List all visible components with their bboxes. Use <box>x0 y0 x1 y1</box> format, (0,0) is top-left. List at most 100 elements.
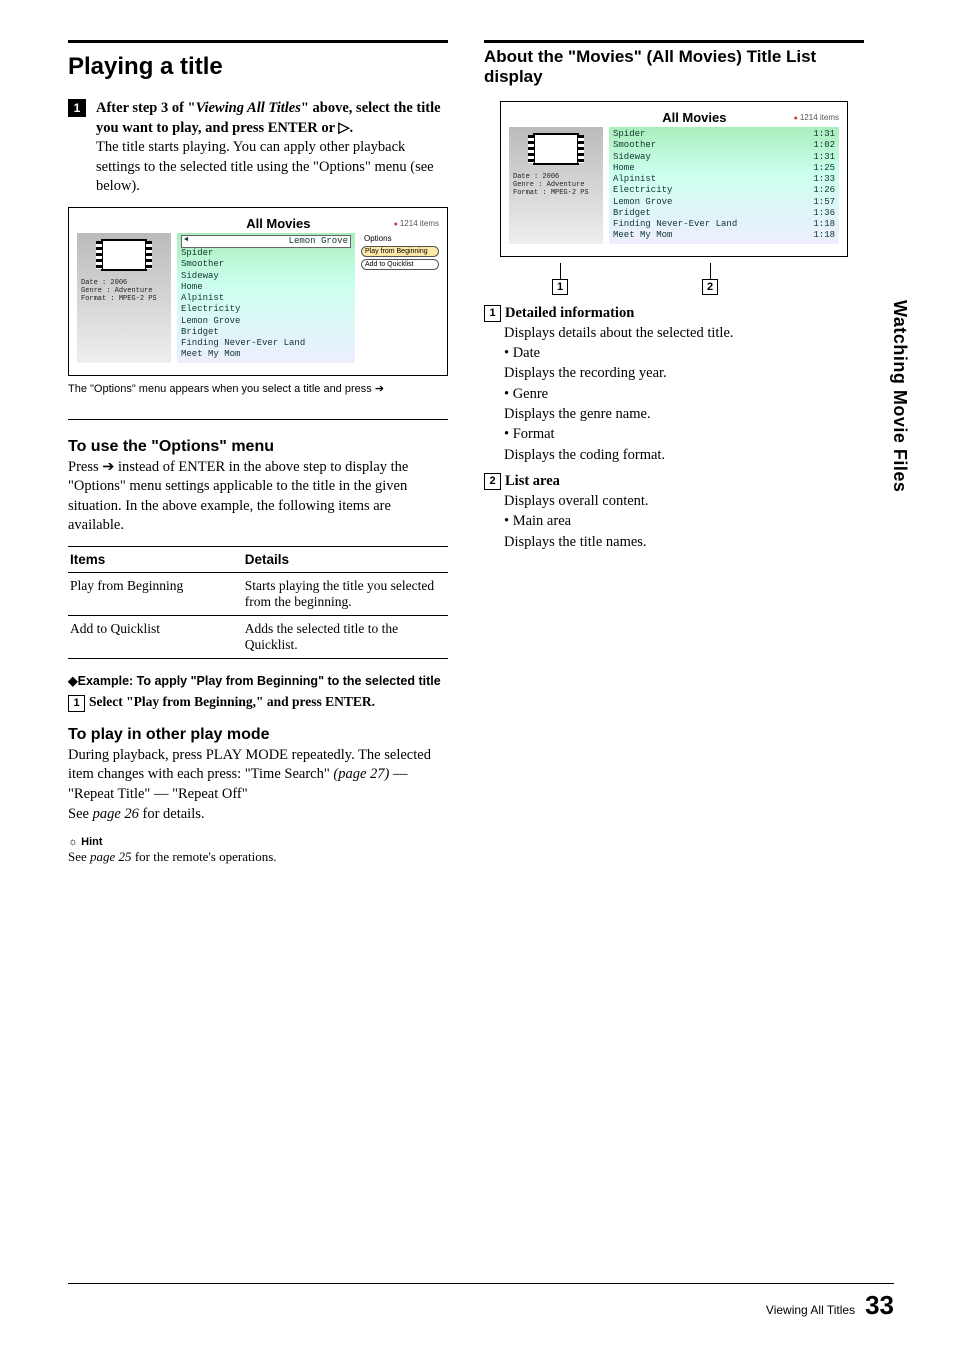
text: The title starts playing. You can apply … <box>96 139 434 194</box>
example-heading: ◆Example: To apply "Play from Beginning"… <box>68 673 448 688</box>
example-step: 1 Select "Play from Beginning," and press… <box>68 694 448 712</box>
label: Date <box>513 173 530 181</box>
bullet-label: • Date <box>504 343 864 363</box>
table-cell: Adds the selected title to the Quicklist… <box>243 615 448 658</box>
text: for details. <box>139 806 205 822</box>
body-text: During playback, press PLAY MODE repeate… <box>68 746 448 824</box>
text: Displays details about the selected titl… <box>504 323 864 343</box>
body-text: Press ➔ instead of ENTER in the above st… <box>68 458 448 536</box>
list-item: Home <box>181 282 203 293</box>
list-item: Smoother <box>613 140 656 151</box>
shot-title: All Movies <box>246 216 310 231</box>
options-table: Items Details Play from Beginning Starts… <box>68 546 448 659</box>
list-item: Alpinist <box>181 293 224 304</box>
film-icon <box>101 239 147 271</box>
detail-heading: List area <box>505 473 560 489</box>
duration: 1:36 <box>813 208 835 219</box>
shot-item-count: 1214 items <box>394 219 439 228</box>
text: Select "Play from Beginning," and press … <box>89 694 375 709</box>
table-header: Items <box>68 546 243 572</box>
list-item: Smoother <box>181 259 224 270</box>
text: for the remote's operations. <box>132 849 277 864</box>
hint-label: Hint <box>68 836 448 848</box>
list-item: Alpinist <box>613 174 656 185</box>
list-item: Sideway <box>181 271 219 282</box>
list-item: Finding Never-Ever Land <box>181 338 305 349</box>
screenshot-all-movies-list: All Movies 1214 items Date : 2006 Genre … <box>500 101 848 257</box>
bullet-label: • Main area <box>504 511 864 531</box>
table-header: Details <box>243 546 448 572</box>
text: Displays the coding format. <box>504 445 864 465</box>
footer-section-label: Viewing All Titles <box>766 1303 855 1317</box>
screenshot-caption: The "Options" menu appears when you sele… <box>68 382 448 395</box>
list-item: Meet My Mom <box>181 349 240 360</box>
shot-info-panel: Date : 2006 Genre : Adventure Format : M… <box>509 127 603 244</box>
step-number-badge: 1 <box>68 99 86 117</box>
text: After step 3 of " <box>96 100 196 116</box>
detail-list: 1Detailed information Displays details a… <box>504 303 864 553</box>
value: : 2006 <box>102 279 127 287</box>
value: : MPEG-2 PS <box>110 295 156 303</box>
table-cell: Add to Quicklist <box>68 615 243 658</box>
label: Genre <box>81 287 102 295</box>
text: See <box>68 849 90 864</box>
duration: 1:26 <box>813 185 835 196</box>
duration: 1:33 <box>813 174 835 185</box>
shot-title: All Movies <box>662 110 726 125</box>
table-cell: Starts playing the title you selected fr… <box>243 572 448 615</box>
list-item: Spider <box>613 129 645 140</box>
list-item: Bridget <box>613 208 651 219</box>
page-number: 33 <box>865 1290 894 1321</box>
duration: 1:18 <box>813 219 835 230</box>
callout-2: 2 <box>702 279 718 295</box>
step-1: 1 After step 3 of "Viewing All Titles" a… <box>68 99 448 197</box>
text: Displays the recording year. <box>504 363 864 383</box>
list-item: Home <box>613 163 635 174</box>
duration: 1:25 <box>813 163 835 174</box>
list-item: Electricity <box>613 185 672 196</box>
label: Genre <box>513 181 534 189</box>
table-cell: Play from Beginning <box>68 572 243 615</box>
screenshot-all-movies-options: All Movies 1214 items Date : 2006 Genre … <box>68 207 448 376</box>
text: See <box>68 806 93 822</box>
option-play-beginning: Play from Beginning <box>361 246 439 257</box>
list-item: Sideway <box>613 152 651 163</box>
left-column: Playing a title 1 After step 3 of "Viewi… <box>68 40 448 866</box>
list-item: Electricity <box>181 304 240 315</box>
text: Displays the genre name. <box>504 404 864 424</box>
shot-item-count: 1214 items <box>794 113 839 122</box>
step-numbox: 1 <box>68 695 85 712</box>
rule <box>68 40 448 43</box>
section-heading: About the "Movies" (All Movies) Title Li… <box>484 47 864 87</box>
duration: 1:02 <box>813 140 835 151</box>
value: : Adventure <box>538 181 584 189</box>
table-row: Play from Beginning Starts playing the t… <box>68 572 448 615</box>
callout-pointers: 1 2 <box>512 261 836 295</box>
option-add-quicklist: Add to Quicklist <box>361 259 439 270</box>
table-row: Add to Quicklist Adds the selected title… <box>68 615 448 658</box>
value: : Adventure <box>106 287 152 295</box>
label: Format <box>81 295 106 303</box>
callout-ref: 1 <box>484 305 501 322</box>
duration: 1:18 <box>813 230 835 241</box>
callout-ref: 2 <box>484 473 501 490</box>
list-item: Lemon Grove <box>181 316 240 327</box>
text: Displays the title names. <box>504 532 864 552</box>
shot-title-list: Lemon Grove Spider Smoother Sideway Home… <box>177 233 355 363</box>
pageref: (page 27) <box>333 766 389 782</box>
hint-body: See page 25 for the remote's operations. <box>68 848 448 866</box>
list-item: Finding Never-Ever Land <box>613 219 737 230</box>
divider <box>68 419 448 420</box>
bullet-label: • Format <box>504 424 864 444</box>
rule <box>484 40 864 43</box>
options-menu-heading: To use the "Options" menu <box>68 438 448 456</box>
list-item: Lemon Grove <box>289 236 348 247</box>
right-column: About the "Movies" (All Movies) Title Li… <box>484 40 864 866</box>
duration: 1:31 <box>813 152 835 163</box>
list-item: Bridget <box>181 327 219 338</box>
page-footer: Viewing All Titles 33 <box>68 1283 894 1321</box>
value: : 2006 <box>534 173 559 181</box>
duration: 1:31 <box>813 129 835 140</box>
value: : MPEG-2 PS <box>542 189 588 197</box>
step-body: After step 3 of "Viewing All Titles" abo… <box>96 99 448 197</box>
